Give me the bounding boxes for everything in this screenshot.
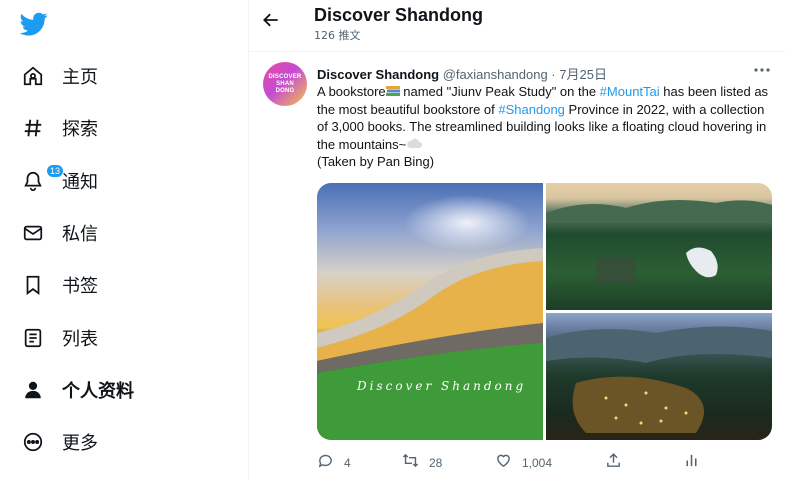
tweet-text-part: named "Jiunv Peak Study" on the: [399, 84, 600, 99]
sidebar-item-label: 更多: [62, 433, 98, 454]
sidebar-item-notifications[interactable]: 13 通知: [0, 161, 140, 201]
avatar-text: DISCOVER: [268, 73, 302, 80]
more-circle-icon: [20, 429, 46, 455]
twitter-bird-icon[interactable]: [19, 10, 48, 38]
like-button[interactable]: 1,004: [495, 452, 552, 474]
sidebar-item-label: 个人资料: [62, 381, 134, 402]
share-button[interactable]: [605, 452, 622, 474]
sidebar-item-label: 探索: [62, 119, 98, 140]
bookmark-icon: [20, 272, 46, 298]
sidebar-item-profile[interactable]: 个人资料: [0, 370, 160, 410]
avatar-text: DONG: [275, 87, 295, 94]
hashtag-link[interactable]: #MountTai: [600, 84, 660, 99]
retweet-count: 28: [429, 456, 443, 470]
tweet-text: A bookstore named "Jiunv Peak Study" on …: [317, 83, 777, 171]
tweet-text-part: (Taken by Pan Bing): [317, 154, 435, 169]
reply-button[interactable]: 4: [317, 452, 351, 474]
sidebar-item-label: 主页: [62, 67, 98, 88]
tweet-count: 126 推文: [314, 29, 361, 42]
tweet-photo[interactable]: [546, 183, 772, 310]
bell-icon: 13: [20, 164, 64, 194]
sidebar-item-more[interactable]: 更多: [0, 422, 140, 462]
analytics-button[interactable]: [683, 452, 700, 474]
main-column: Discover Shandong 126 推文 DISCOVER SHAN D…: [248, 0, 785, 479]
tweet-media-grid: Discover Shandong: [317, 183, 772, 440]
sidebar-item-label: 通知: [62, 172, 98, 193]
sidebar-item-bookmarks[interactable]: 书签: [0, 265, 140, 305]
list-icon: [20, 325, 46, 351]
more-options-icon[interactable]: [752, 62, 772, 78]
retweet-button[interactable]: 28: [402, 452, 442, 474]
sidebar-item-messages[interactable]: 私信: [0, 213, 140, 253]
retweet-icon: [402, 452, 419, 474]
photo-watermark: Discover Shandong: [357, 379, 527, 393]
share-icon: [605, 452, 622, 474]
reply-count: 4: [344, 456, 351, 470]
tweet[interactable]: DISCOVER SHAN DONG Discover Shandong @fa…: [249, 52, 785, 479]
tweet-actions: 4 28 1,004: [317, 452, 772, 472]
tweet-photo[interactable]: Discover Shandong: [317, 183, 543, 440]
author-meta[interactable]: @faxianshandong · 7月25日: [443, 67, 607, 82]
sidebar-item-explore[interactable]: 探索: [0, 108, 140, 148]
page-title: Discover Shandong: [314, 5, 484, 25]
home-icon: [20, 63, 46, 89]
author-name[interactable]: Discover Shandong: [317, 67, 439, 82]
sidebar-item-lists[interactable]: 列表: [0, 318, 140, 358]
analytics-icon: [683, 452, 700, 474]
tweet-text-part: A bookstore: [317, 84, 386, 99]
tweet-photo[interactable]: [546, 313, 772, 440]
tweet-header: Discover Shandong @faxianshandong · 7月25…: [317, 64, 607, 83]
person-icon: [20, 377, 46, 403]
hashtag-icon: [20, 115, 46, 141]
avatar-text: SHAN: [276, 80, 294, 87]
avatar[interactable]: DISCOVER SHAN DONG: [263, 62, 307, 106]
back-arrow-icon[interactable]: [261, 10, 285, 34]
sidebar-item-label: 私信: [62, 224, 98, 245]
sidebar-item-label: 列表: [62, 329, 98, 350]
cloud-emoji-icon: [406, 137, 423, 149]
sidebar-item-label: 书签: [62, 276, 98, 297]
heart-icon: [495, 452, 512, 474]
envelope-icon: [20, 220, 46, 246]
books-emoji-icon: [385, 84, 400, 96]
like-count: 1,004: [522, 456, 553, 470]
sidebar: 主页 探索 13 通知 私信 书签 列表 个人资料 更多: [0, 0, 248, 479]
hashtag-link[interactable]: #Shandong: [498, 102, 565, 117]
profile-header: Discover Shandong 126 推文: [249, 0, 785, 52]
sidebar-item-home[interactable]: 主页: [0, 56, 140, 96]
reply-icon: [317, 452, 334, 474]
